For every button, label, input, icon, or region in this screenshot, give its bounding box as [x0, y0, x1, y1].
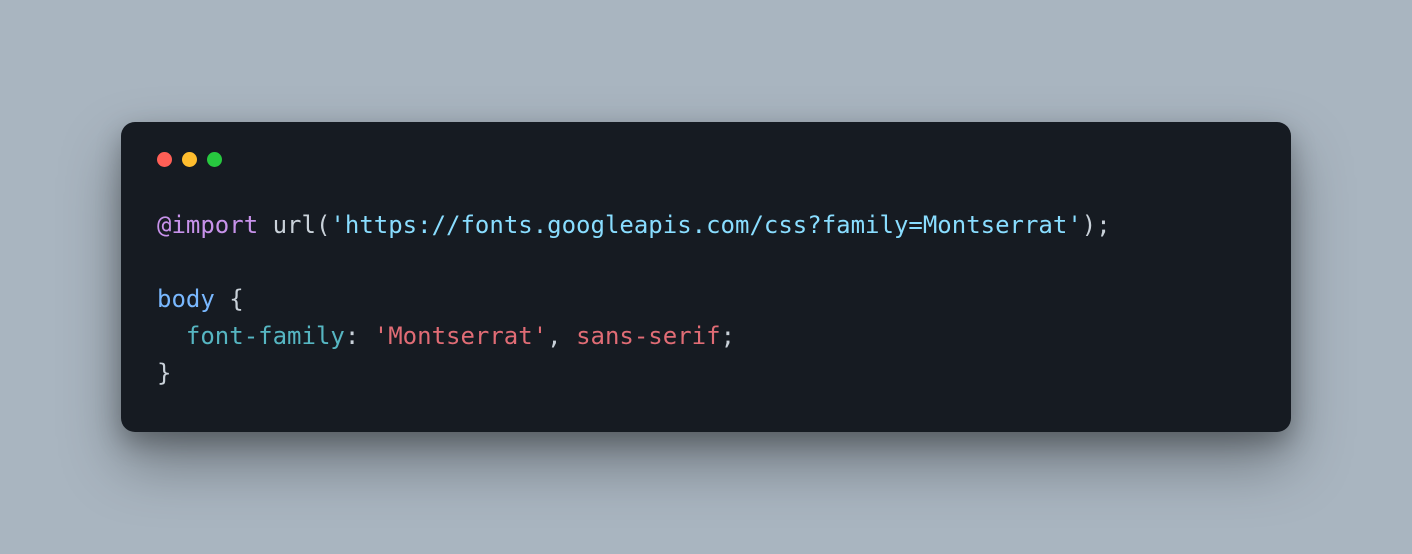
property-font-family: font-family [186, 322, 345, 350]
code-window: @import url('https://fonts.googleapis.co… [121, 122, 1291, 433]
indent [157, 322, 186, 350]
selector-body: body [157, 285, 215, 313]
import-keyword: @import [157, 211, 258, 239]
semicolon: ; [1096, 211, 1110, 239]
maximize-icon[interactable] [207, 152, 222, 167]
open-brace: { [215, 285, 244, 313]
close-icon[interactable] [157, 152, 172, 167]
minimize-icon[interactable] [182, 152, 197, 167]
code-block: @import url('https://fonts.googleapis.co… [157, 207, 1255, 393]
url-string: 'https://fonts.googleapis.com/css?family… [330, 211, 1081, 239]
url-function: url [273, 211, 316, 239]
comma: , [547, 322, 576, 350]
colon: : [345, 322, 374, 350]
close-brace: } [157, 359, 171, 387]
open-paren: ( [316, 211, 330, 239]
font-name: 'Montserrat' [374, 322, 547, 350]
semicolon: ; [721, 322, 735, 350]
traffic-lights [157, 152, 1255, 167]
close-paren: ) [1082, 211, 1096, 239]
font-fallback: sans-serif [576, 322, 721, 350]
